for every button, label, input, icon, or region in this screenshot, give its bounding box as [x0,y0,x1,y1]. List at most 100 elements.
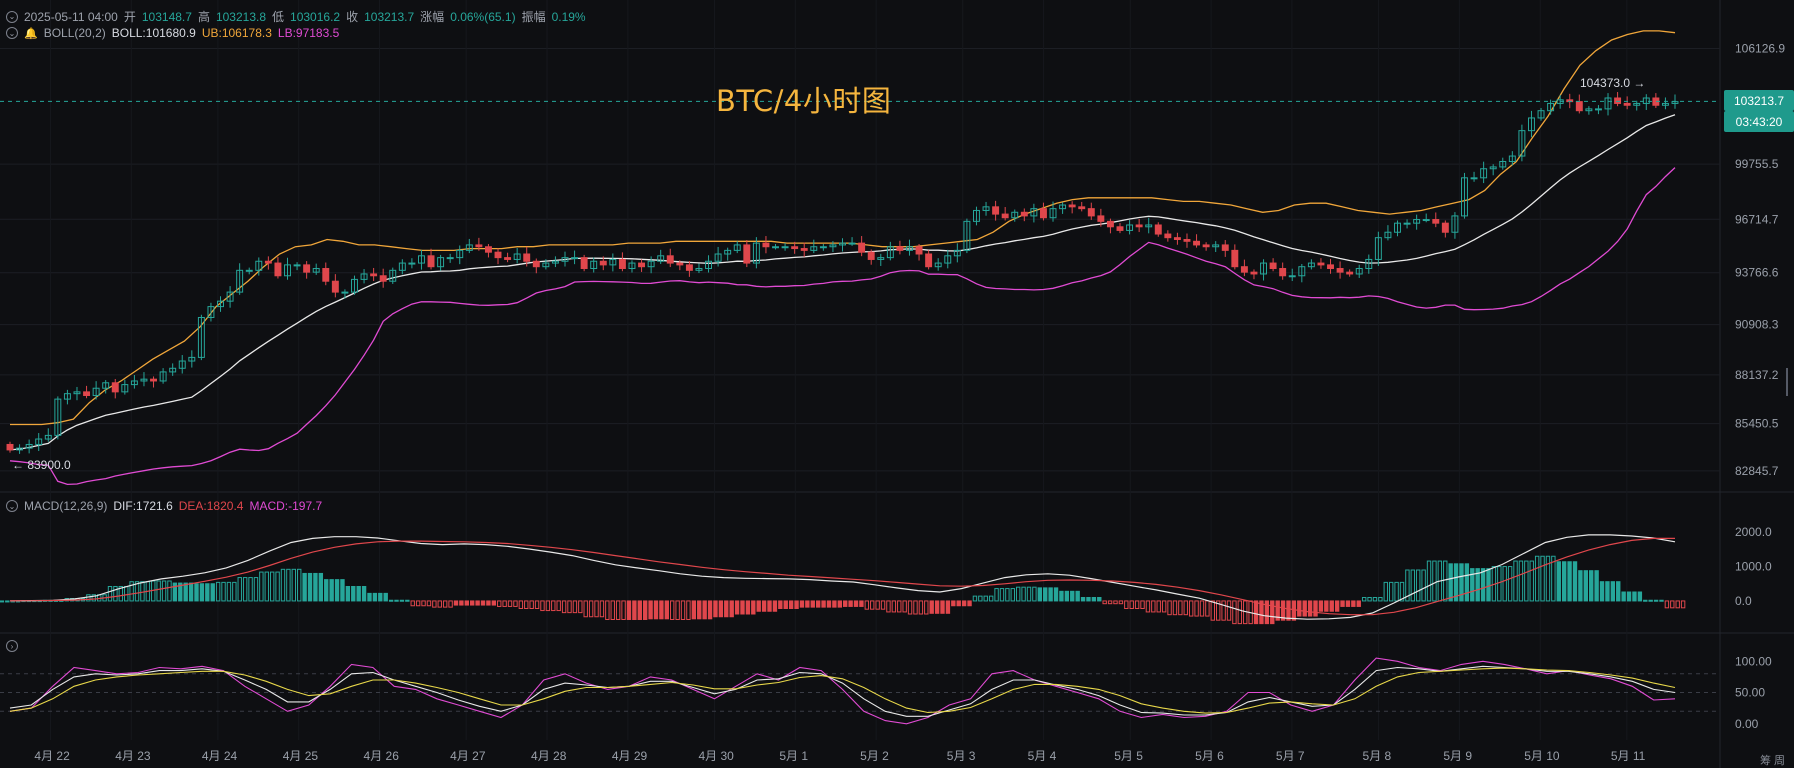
macd-histogram-bar [1080,597,1086,602]
x-tick-label: 4月 27 [450,749,486,763]
macd-histogram-bar [843,600,848,607]
macd-histogram-bar [626,600,632,620]
macd-histogram-bar [864,600,870,610]
y-tick-label: 90908.3 [1735,318,1779,332]
kdj-y-tick-label: 50.00 [1735,686,1765,700]
macd-histogram-bar [486,600,491,606]
macd-histogram-bar [1361,597,1367,602]
macd-histogram-bar [1075,590,1080,602]
candle-body [427,255,435,268]
collapse-icon[interactable]: ⌄ [6,10,18,23]
candle-body [1240,266,1248,273]
candle-body [484,246,492,253]
macd-histogram-bar [415,600,421,607]
macd-histogram-bar [615,600,621,620]
macd-histogram-bar [140,581,145,602]
candle-body [1346,271,1354,275]
amplitude-label: 振幅 [521,10,546,24]
macd-histogram-bar [821,600,826,608]
macd-histogram-bar [156,580,161,602]
candle-body [379,275,387,282]
x-tick-label: 4月 29 [612,749,648,763]
open-value: 103148.7 [141,9,192,24]
macd-histogram-bar [1021,586,1026,602]
macd-histogram-bar [1599,581,1605,602]
candle-body [1422,219,1430,222]
macd-histogram-bar [0,600,5,603]
macd-histogram-bar [897,600,902,613]
macd-histogram-bar [1540,555,1545,602]
collapse-icon[interactable]: ⌄ [6,500,18,512]
high-value: 103213.8 [215,9,267,24]
candle-body [150,378,158,382]
macd-histogram-bar [1172,600,1178,616]
candle-body [83,391,91,396]
macd-histogram-bar [761,600,767,612]
ohlc-header: ⌄ 2025-05-11 04:00 开 103148.7 高 103213.8… [6,8,586,25]
macd-histogram-bar [1426,560,1432,602]
macd-histogram-bar [610,600,615,620]
macd-histogram-bar [1107,600,1113,605]
macd-histogram-bar [410,600,415,607]
candle-body [1594,108,1602,111]
y-tick-label: 82845.7 [1735,464,1779,478]
macd-histogram-bar [1680,600,1686,609]
macd-histogram-bar [918,600,924,615]
macd-histogram-bar [805,600,810,608]
macd-histogram-bar [1210,600,1216,621]
expand-icon[interactable]: › [6,640,18,652]
macd-header: ⌄ MACD(12,26,9) DIF:1721.6 DEA:1820.4 MA… [6,499,322,513]
macd-histogram-bar [1340,600,1345,607]
macd-histogram-bar [5,600,10,603]
macd-histogram-bar [1567,561,1572,602]
macd-histogram-bar [637,600,642,620]
macd-histogram-bar [161,580,167,602]
y-tick-label: 106126.9 [1735,42,1785,56]
bottom-right-label[interactable]: 筹 周 [1760,752,1785,768]
macd-histogram-bar [1232,600,1237,625]
scroll-handle[interactable] [1786,368,1794,396]
countdown-tag: 03:43:20 [1724,111,1794,132]
collapse-icon[interactable]: ⌄ [6,27,18,39]
macd-histogram-bar [453,600,459,606]
macd-histogram-bar [1297,600,1302,617]
macd-histogram-bar [691,600,697,620]
macd-y-tick-label: 0.0 [1735,594,1752,608]
macd-histogram-bar [697,600,702,620]
macd-histogram-bar [588,600,594,618]
y-tick-label: 99755.5 [1735,157,1779,171]
x-tick-label: 5月 11 [1611,749,1646,763]
macd-histogram-bar [248,577,253,602]
macd-histogram-bar [459,600,464,606]
macd-histogram-bar [999,588,1005,602]
candle-body [303,264,311,273]
macd-histogram-bar [1529,560,1534,602]
candle-body [504,257,512,260]
x-tick-label: 5月 7 [1276,749,1305,763]
macd-histogram-bar [745,600,751,615]
macd-histogram-bar [1064,590,1070,602]
candle-body [1614,97,1622,104]
macd-histogram-bar [513,600,518,607]
change-label: 涨幅 [420,10,445,24]
macd-histogram-bar [767,600,772,612]
macd-histogram-bar [1421,569,1426,602]
macd-histogram-bar [475,600,480,606]
candle-body [1173,237,1181,240]
candle-body [1336,268,1344,273]
macd-histogram-bar [1194,600,1199,617]
macd-histogram-bar [540,600,545,612]
macd-histogram-bar [237,577,242,602]
close-label: 收 [346,10,359,24]
bell-icon[interactable]: 🔔 [24,27,38,40]
max-price-label: 104373.0 → [1580,76,1645,90]
close-value: 103213.7 [364,9,415,24]
macd-histogram-bar [529,600,534,609]
candle-body [896,246,904,251]
macd-histogram-bar [448,600,453,608]
macd-histogram-bar [1637,591,1643,602]
macd-histogram-bar [378,592,383,602]
macd-histogram-bar [426,600,432,607]
macd-histogram-bar [961,600,967,607]
macd-y-tick-label: 1000.0 [1735,560,1772,574]
